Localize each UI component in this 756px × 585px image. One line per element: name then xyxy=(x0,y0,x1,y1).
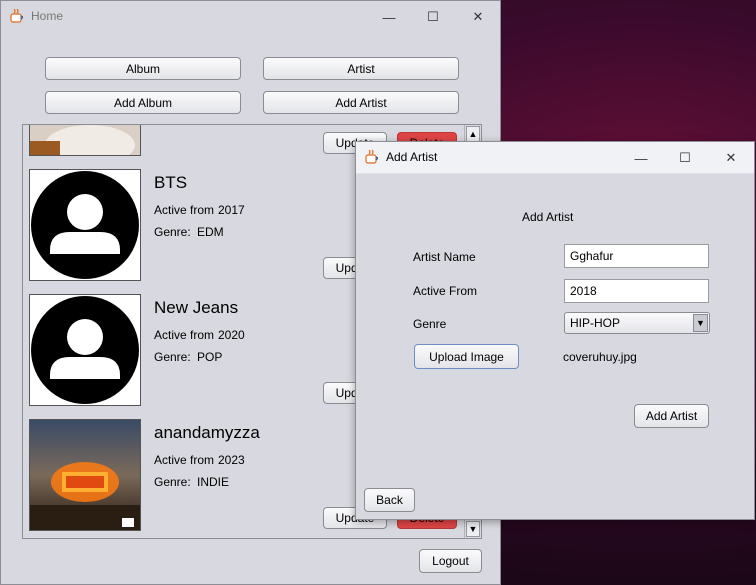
form-heading: Add Artist xyxy=(522,210,574,224)
back-button[interactable]: Back xyxy=(364,488,415,512)
genre-label: Genre: xyxy=(154,225,191,239)
user-avatar-icon xyxy=(31,296,139,404)
artist-image xyxy=(29,169,141,281)
active-label: Active from xyxy=(154,203,215,217)
genre-value: POP xyxy=(197,350,223,364)
genre-selected-value: HIP-HOP xyxy=(570,316,621,330)
add-artist-button[interactable]: Add Artist xyxy=(263,91,459,114)
artist-button[interactable]: Artist xyxy=(263,57,459,80)
add-artist-submit-button[interactable]: Add Artist xyxy=(634,404,709,428)
active-label: Active from xyxy=(154,453,215,467)
active-label: Active from xyxy=(154,328,215,342)
artist-image xyxy=(29,419,141,531)
active-year: 2017 xyxy=(218,203,245,217)
genre-label: Genre: xyxy=(154,350,191,364)
active-year: 2020 xyxy=(218,328,245,342)
maximize-icon[interactable]: ☐ xyxy=(675,148,695,168)
album-button[interactable]: Album xyxy=(45,57,241,80)
scroll-up-icon[interactable]: ▲ xyxy=(466,126,480,142)
user-avatar-icon xyxy=(31,171,139,279)
logout-button[interactable]: Logout xyxy=(419,549,482,573)
upload-image-button[interactable]: Upload Image xyxy=(414,344,519,369)
genre-value: INDIE xyxy=(197,475,230,489)
close-icon[interactable]: ✕ xyxy=(468,7,488,27)
maximize-icon[interactable]: ☐ xyxy=(423,7,443,27)
artist-name: New Jeans xyxy=(154,298,239,317)
home-title: Home xyxy=(31,9,64,23)
artist-name-label: Artist Name xyxy=(413,250,476,264)
scroll-down-icon[interactable]: ▼ xyxy=(466,521,480,537)
genre-value: EDM xyxy=(197,225,224,239)
active-from-label: Active From xyxy=(413,284,478,298)
image-filename: coveruhuy.jpg xyxy=(563,350,637,364)
active-from-field[interactable]: 2018 xyxy=(564,279,709,303)
add-artist-title: Add Artist xyxy=(386,150,438,164)
java-icon xyxy=(10,8,24,23)
add-artist-titlebar[interactable]: Add Artist — ☐ ✕ xyxy=(356,142,754,174)
artist-name: BTS xyxy=(154,173,188,192)
minimize-icon[interactable]: — xyxy=(379,7,399,27)
artist-name-field[interactable]: Gghafur xyxy=(564,244,709,268)
java-icon xyxy=(365,149,379,164)
genre-label: Genre: xyxy=(154,475,191,489)
artist-image xyxy=(29,294,141,406)
minimize-icon[interactable]: — xyxy=(631,148,651,168)
genre-label: Genre xyxy=(413,317,447,331)
artist-name: anandamyzza xyxy=(154,423,260,442)
album-cover-image xyxy=(30,420,140,530)
genre-select[interactable]: HIP-HOP ▼ xyxy=(564,312,710,334)
add-artist-window: Add Artist — ☐ ✕ Add Artist Artist Name … xyxy=(355,141,755,520)
chevron-down-icon[interactable]: ▼ xyxy=(693,314,708,332)
artist-image xyxy=(29,125,141,156)
close-icon[interactable]: ✕ xyxy=(721,148,741,168)
active-year: 2023 xyxy=(218,453,245,467)
home-titlebar[interactable]: Home — ☐ ✕ xyxy=(1,1,500,32)
add-album-button[interactable]: Add Album xyxy=(45,91,241,114)
